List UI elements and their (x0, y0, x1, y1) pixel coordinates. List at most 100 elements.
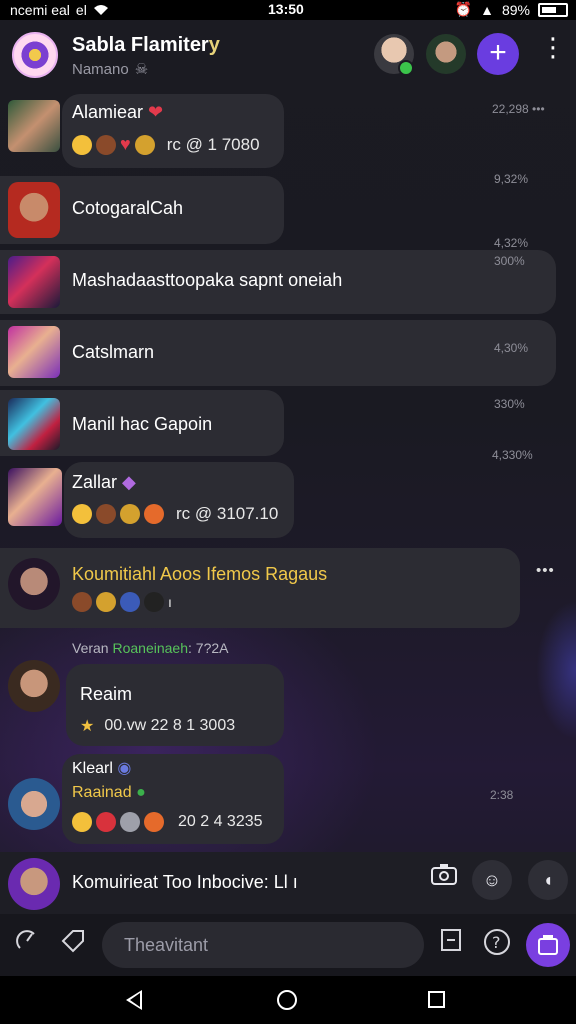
shield-emoji-icon (120, 812, 140, 832)
last-chat-row[interactable]: Komuirieat Too Inbocive: Ll ı ☺ ◖ (0, 852, 576, 914)
crystal-emoji-icon (144, 504, 164, 524)
more-vertical-icon[interactable]: ⋮ (540, 34, 566, 72)
chat-preview: ♥ rc @ 1 7080 (72, 134, 260, 155)
battery-icon (538, 2, 568, 17)
skull-icon: ☠ (134, 61, 149, 78)
group-avatar[interactable] (12, 32, 58, 78)
message-item[interactable]: Klearl ◉ Raainad ● 20 2 4 3235 2:38 (0, 752, 576, 848)
avatar[interactable] (8, 778, 60, 830)
chat-item[interactable]: Koumitiahl Aoos Ifemos Ragaus ı ••• (0, 546, 576, 630)
avatar[interactable] (8, 100, 60, 152)
clock: 13:50 (268, 1, 304, 17)
cookie-emoji-icon (72, 592, 92, 612)
star-emoji-icon (96, 592, 116, 612)
battery-percent: 89% (501, 1, 530, 18)
message-input[interactable]: Theavitant (102, 922, 424, 968)
system-highlight: Roaneinaeh (112, 640, 188, 656)
message-meta: 20 2 4 3235 (72, 812, 263, 832)
more-options-icon[interactable]: ••• (536, 562, 555, 579)
preview-text: rc @ 1 7080 (166, 134, 260, 154)
status-right: ⏰ ▲ 89% (455, 1, 568, 18)
chat-name: CotogaralCah (72, 198, 184, 218)
green-badge-icon: ● (136, 784, 146, 801)
chat-preview: rc @ 3107.10 (72, 504, 278, 524)
attach-icon[interactable] (10, 928, 44, 962)
sender-name: Klearl ◉ (72, 758, 131, 778)
message-item[interactable]: Reaim ★ 00.vw 22 8 1 3003 (0, 660, 576, 750)
sender-text: Klearl (72, 760, 113, 777)
svg-text:?: ? (492, 933, 501, 952)
sticker-icon[interactable]: ☺ (472, 860, 512, 900)
chat-item[interactable]: CotogaralCah 9,32% (0, 172, 576, 246)
heart-icon: ❤ (148, 102, 164, 122)
sender-role-text: Raainad (72, 784, 132, 801)
chat-item[interactable]: Manil hac Gapoin 4,330% (0, 390, 576, 462)
online-indicator (398, 60, 414, 76)
avatar[interactable] (8, 558, 60, 610)
send-icon (538, 935, 558, 955)
wifi-icon (93, 5, 108, 15)
chat-time: 22,298 ••• (492, 102, 545, 116)
chat-name: Mashadaasttoopaka sapnt oneiah (72, 270, 343, 290)
group-subtitle: Namano ☠ (72, 60, 149, 79)
member-avatar-2[interactable] (426, 34, 466, 74)
avatar[interactable] (8, 326, 60, 378)
message-bubble[interactable] (0, 548, 520, 628)
back-icon[interactable] (126, 990, 142, 1010)
blue-gem-emoji-icon (120, 592, 140, 612)
carrier-label: ncemi eal (10, 2, 70, 18)
message-meta: ★ 00.vw 22 8 1 3003 (80, 716, 235, 736)
group-title[interactable]: Sabla Flamitery (72, 34, 220, 57)
chat-preview: ı (72, 592, 172, 612)
smile-emoji-icon (72, 134, 92, 155)
chat-time: 9,32% (494, 172, 529, 186)
last-chat-text: Komuirieat Too Inbocive: Ll ı (72, 872, 298, 892)
gem-icon: ◆ (122, 472, 136, 492)
home-icon[interactable] (277, 990, 297, 1010)
send-button[interactable] (526, 923, 570, 967)
status-left: ncemi eal el (10, 2, 109, 18)
meta-text: 00.vw 22 8 1 3003 (104, 717, 236, 734)
group-subtitle-text: Namano (72, 60, 129, 78)
chat-screen: ncemi eal el 13:50 ⏰ ▲ 89% Sabla Flamite… (0, 0, 576, 1024)
help-icon[interactable]: ? (480, 928, 514, 962)
group-title-suffix: y (208, 34, 220, 56)
gem-emoji-icon (134, 134, 155, 155)
system-suffix: : 7?2A (188, 640, 229, 656)
plus-icon: + (489, 36, 507, 69)
crystal-emoji-icon (144, 812, 164, 832)
recents-icon[interactable] (428, 991, 445, 1008)
input-bar: Theavitant ? (0, 914, 576, 976)
system-prefix: Veran (72, 640, 109, 656)
status-bar: ncemi eal el 13:50 ⏰ ▲ 89% (0, 0, 576, 20)
avatar-image (8, 182, 60, 238)
gallery-icon[interactable] (434, 928, 468, 962)
add-button[interactable]: + (477, 33, 519, 75)
system-nav-bar (0, 976, 576, 1024)
chat-name: Alamiear ❤ (72, 102, 163, 123)
voice-icon[interactable]: ◖ (528, 860, 568, 900)
chat-name: Manil hac Gapoin (72, 414, 213, 434)
chat-item[interactable]: Zallar ◆ rc @ 3107.10 (0, 462, 576, 542)
sender-role: Raainad ● (72, 784, 146, 802)
chat-time: 4,330% (492, 448, 533, 462)
red-face-emoji-icon (96, 812, 116, 832)
chat-name-text: Zallar (72, 472, 118, 492)
torch-emoji-icon: ı (168, 594, 172, 610)
avatar[interactable] (8, 858, 60, 910)
avatar[interactable] (8, 398, 60, 450)
camera-icon[interactable] (424, 860, 464, 900)
chat-time: 4,32% 300% (494, 236, 529, 268)
group-title-text: Sabla Flamiter (72, 34, 209, 56)
avatar[interactable] (8, 256, 60, 308)
avatar[interactable] (8, 468, 62, 526)
chat-item[interactable]: Mashadaasttoopaka sapnt oneiah 4,32% 300… (0, 236, 576, 316)
smile-emoji-icon (72, 504, 92, 524)
chat-name: Zallar ◆ (72, 472, 136, 493)
chat-name: Koumitiahl Aoos Ifemos Ragaus (72, 564, 328, 584)
chat-item[interactable]: Alamiear ❤ ♥ rc @ 1 7080 22,298 ••• (0, 94, 576, 172)
preview-text: rc @ 3107.10 (176, 504, 279, 523)
avatar[interactable] (8, 660, 60, 712)
tag-icon[interactable] (56, 928, 90, 962)
chat-item[interactable]: Catslmarn 4,30% 330% (0, 318, 576, 411)
